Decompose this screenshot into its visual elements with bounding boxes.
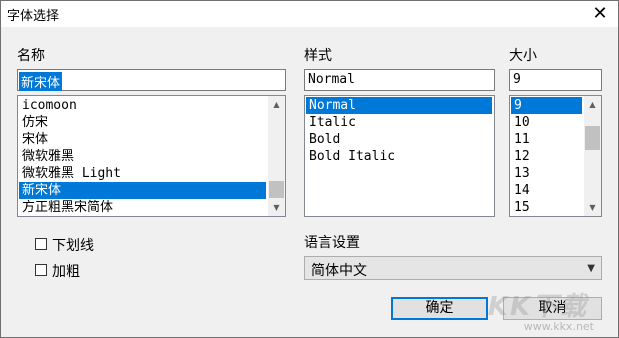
list-item[interactable]: 15 <box>511 199 582 216</box>
list-item[interactable]: 仿宋 <box>19 114 266 131</box>
list-item[interactable]: 13 <box>511 165 582 182</box>
underline-checkbox[interactable] <box>35 238 47 250</box>
font-style-label: 样式 <box>304 48 332 64</box>
list-item[interactable]: 9 <box>511 97 582 114</box>
list-item[interactable]: Italic <box>306 114 492 131</box>
font-size-input[interactable]: 9 <box>509 69 602 91</box>
title-bar[interactable]: 字体选择 ✕ <box>1 1 618 27</box>
font-size-input-value: 9 <box>513 72 521 87</box>
list-item[interactable]: 11 <box>511 131 582 148</box>
ok-button[interactable]: 确定 <box>391 297 488 320</box>
font-style-input[interactable]: Normal <box>304 69 495 91</box>
font-style-input-value: Normal <box>308 72 355 87</box>
list-item[interactable]: 微软雅黑 <box>19 148 266 165</box>
bold-checkbox[interactable] <box>35 264 47 276</box>
watermark-url: www.kkx.net <box>523 320 594 333</box>
list-item[interactable]: 10 <box>511 114 582 131</box>
language-label: 语言设置 <box>304 235 360 251</box>
font-name-label: 名称 <box>17 48 45 64</box>
list-item[interactable]: 12 <box>511 148 582 165</box>
list-item[interactable]: 方正粗黑宋简体 <box>19 199 266 216</box>
list-item[interactable]: Bold Italic <box>306 148 492 165</box>
scroll-thumb[interactable] <box>269 181 284 198</box>
chevron-down-icon: ▼ <box>587 263 595 274</box>
font-selection-dialog: 字体选择 ✕ 名称 新宋体 方正粗黑宋简体 新宋体 微软雅黑 Light 微软雅黑 宋体… <box>0 0 619 338</box>
scroll-thumb[interactable] <box>585 126 600 150</box>
font-name-input-value: 新宋体 <box>19 72 63 91</box>
language-select[interactable]: 简体中文 ▼ <box>304 256 602 280</box>
font-size-list-scrollbar[interactable]: ▲ ▼ <box>584 96 601 216</box>
scroll-up-icon[interactable]: ▲ <box>584 96 601 113</box>
close-icon[interactable]: ✕ <box>588 2 612 26</box>
window-title: 字体选择 <box>7 9 60 24</box>
scroll-up-icon[interactable]: ▲ <box>268 96 285 113</box>
list-item[interactable]: 微软雅黑 Light <box>19 165 266 182</box>
font-size-label: 大小 <box>509 48 537 64</box>
list-item[interactable]: Normal <box>306 97 492 114</box>
bold-label: 加粗 <box>52 264 80 280</box>
list-item[interactable]: 宋体 <box>19 131 266 148</box>
list-item[interactable]: Bold <box>306 131 492 148</box>
list-item[interactable]: icomoon <box>19 97 266 114</box>
font-name-list-scrollbar[interactable]: ▲ ▼ <box>268 96 285 216</box>
list-item[interactable]: 14 <box>511 182 582 199</box>
language-select-value: 简体中文 <box>311 263 367 279</box>
scroll-down-icon[interactable]: ▼ <box>268 199 285 216</box>
font-style-list[interactable]: Bold Italic Bold Italic Normal <box>304 95 495 217</box>
font-name-input[interactable]: 新宋体 <box>17 69 286 91</box>
scroll-down-icon[interactable]: ▼ <box>584 199 601 216</box>
list-item[interactable]: 新宋体 <box>19 182 266 199</box>
underline-label: 下划线 <box>52 238 94 254</box>
font-name-list[interactable]: 方正粗黑宋简体 新宋体 微软雅黑 Light 微软雅黑 宋体 仿宋 icomoon ▲ ▼ <box>17 95 286 217</box>
font-size-list[interactable]: 15 14 13 12 11 10 9 ▲ ▼ <box>509 95 602 217</box>
watermark-logo: KK下载 <box>487 292 588 322</box>
